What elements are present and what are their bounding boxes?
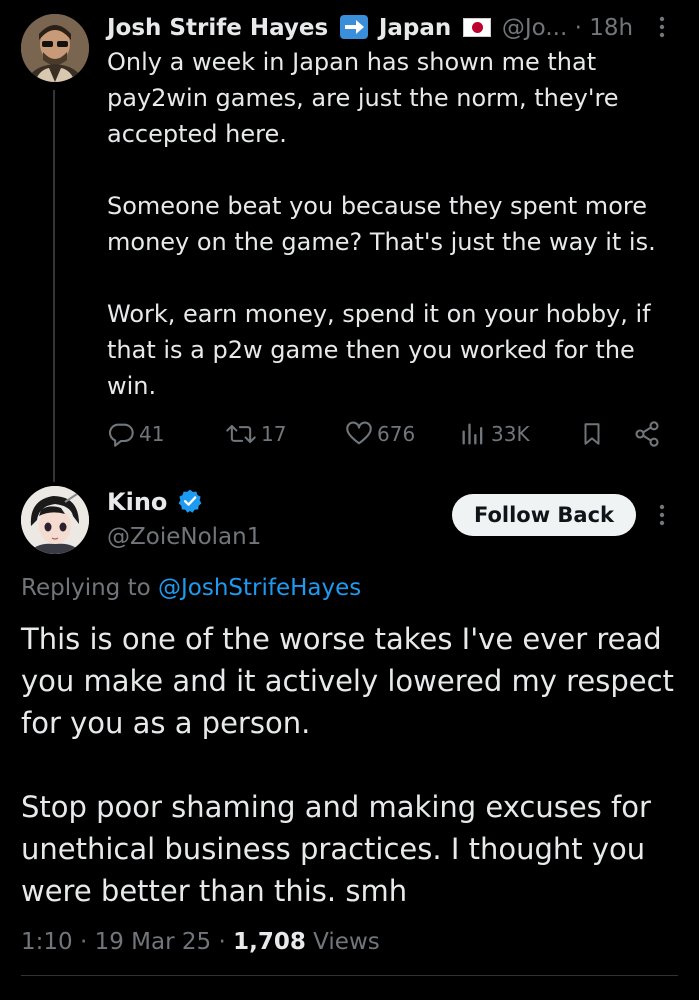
tweet-paragraph: This is one of the worse takes I've ever…	[21, 622, 674, 740]
tweet-paragraph: Someone beat you because they spent more…	[107, 192, 656, 256]
repost-icon	[226, 424, 256, 444]
tweet-date[interactable]: 19 Mar 25	[95, 929, 212, 955]
thread-line	[53, 90, 55, 482]
verified-badge-icon	[177, 488, 203, 514]
tweet-time[interactable]: · 18h	[575, 15, 633, 41]
share-icon	[635, 421, 659, 447]
share-button[interactable]	[633, 416, 661, 452]
replying-handle-link[interactable]: @JoshStrifeHayes	[158, 575, 361, 601]
tweet-paragraph: Only a week in Japan has shown me that p…	[107, 48, 619, 148]
views-count[interactable]: 1,708	[233, 929, 306, 955]
follow-back-button[interactable]: Follow Back	[452, 494, 636, 536]
more-options-icon[interactable]	[652, 12, 672, 42]
divider	[21, 975, 678, 976]
bookmark-button[interactable]	[579, 416, 605, 452]
tweet-text: Only a week in Japan has shown me that p…	[107, 44, 677, 404]
author-name-suffix[interactable]: Japan	[379, 15, 451, 41]
tweet-meta: 1:10 · 19 Mar 25 · 1,708 Views	[21, 924, 380, 960]
author-handle[interactable]: @Jo...	[502, 15, 567, 41]
avatar-photo	[21, 14, 89, 82]
reply-icon	[108, 423, 134, 447]
more-options-icon[interactable]	[652, 500, 672, 530]
avatar[interactable]	[21, 486, 89, 554]
heart-icon	[346, 421, 372, 445]
bookmark-icon	[584, 423, 600, 445]
reply-button[interactable]: 41	[107, 416, 164, 452]
view-count: 33K	[491, 422, 530, 446]
tweet-header: Josh Strife Hayes Japan @Jo... · 18h	[107, 8, 687, 48]
right-arrow-icon	[339, 15, 368, 39]
japan-flag-icon	[462, 18, 491, 37]
avatar-illustration	[21, 486, 89, 554]
author-name[interactable]: Josh Strife Hayes	[107, 15, 328, 41]
replying-to: Replying to @JoshStrifeHayes	[21, 570, 361, 606]
views-chart-icon	[462, 423, 483, 445]
views-button[interactable]: 33K	[459, 416, 530, 452]
like-button[interactable]: 676	[345, 416, 415, 452]
like-count: 676	[377, 422, 416, 446]
tweet-time[interactable]: 1:10	[21, 929, 73, 955]
separator-dot: ·	[218, 929, 226, 955]
views-label: Views	[313, 929, 380, 955]
tweet-text: This is one of the worse takes I've ever…	[21, 618, 691, 912]
avatar[interactable]	[21, 14, 89, 82]
separator-dot: ·	[79, 929, 88, 955]
tweet-paragraph: Work, earn money, spend it on your hobby…	[107, 300, 651, 400]
replying-prefix: Replying to	[21, 575, 151, 601]
reply-count: 41	[139, 422, 165, 446]
author-name[interactable]: Kino	[107, 484, 167, 520]
author-handle[interactable]: @ZoieNolan1	[107, 520, 261, 554]
tweet-actions: 41 17 676 33K	[107, 416, 667, 452]
tweet-paragraph: Stop poor shaming and making excuses for…	[21, 790, 651, 908]
repost-count: 17	[261, 422, 287, 446]
repost-button[interactable]: 17	[225, 416, 286, 452]
